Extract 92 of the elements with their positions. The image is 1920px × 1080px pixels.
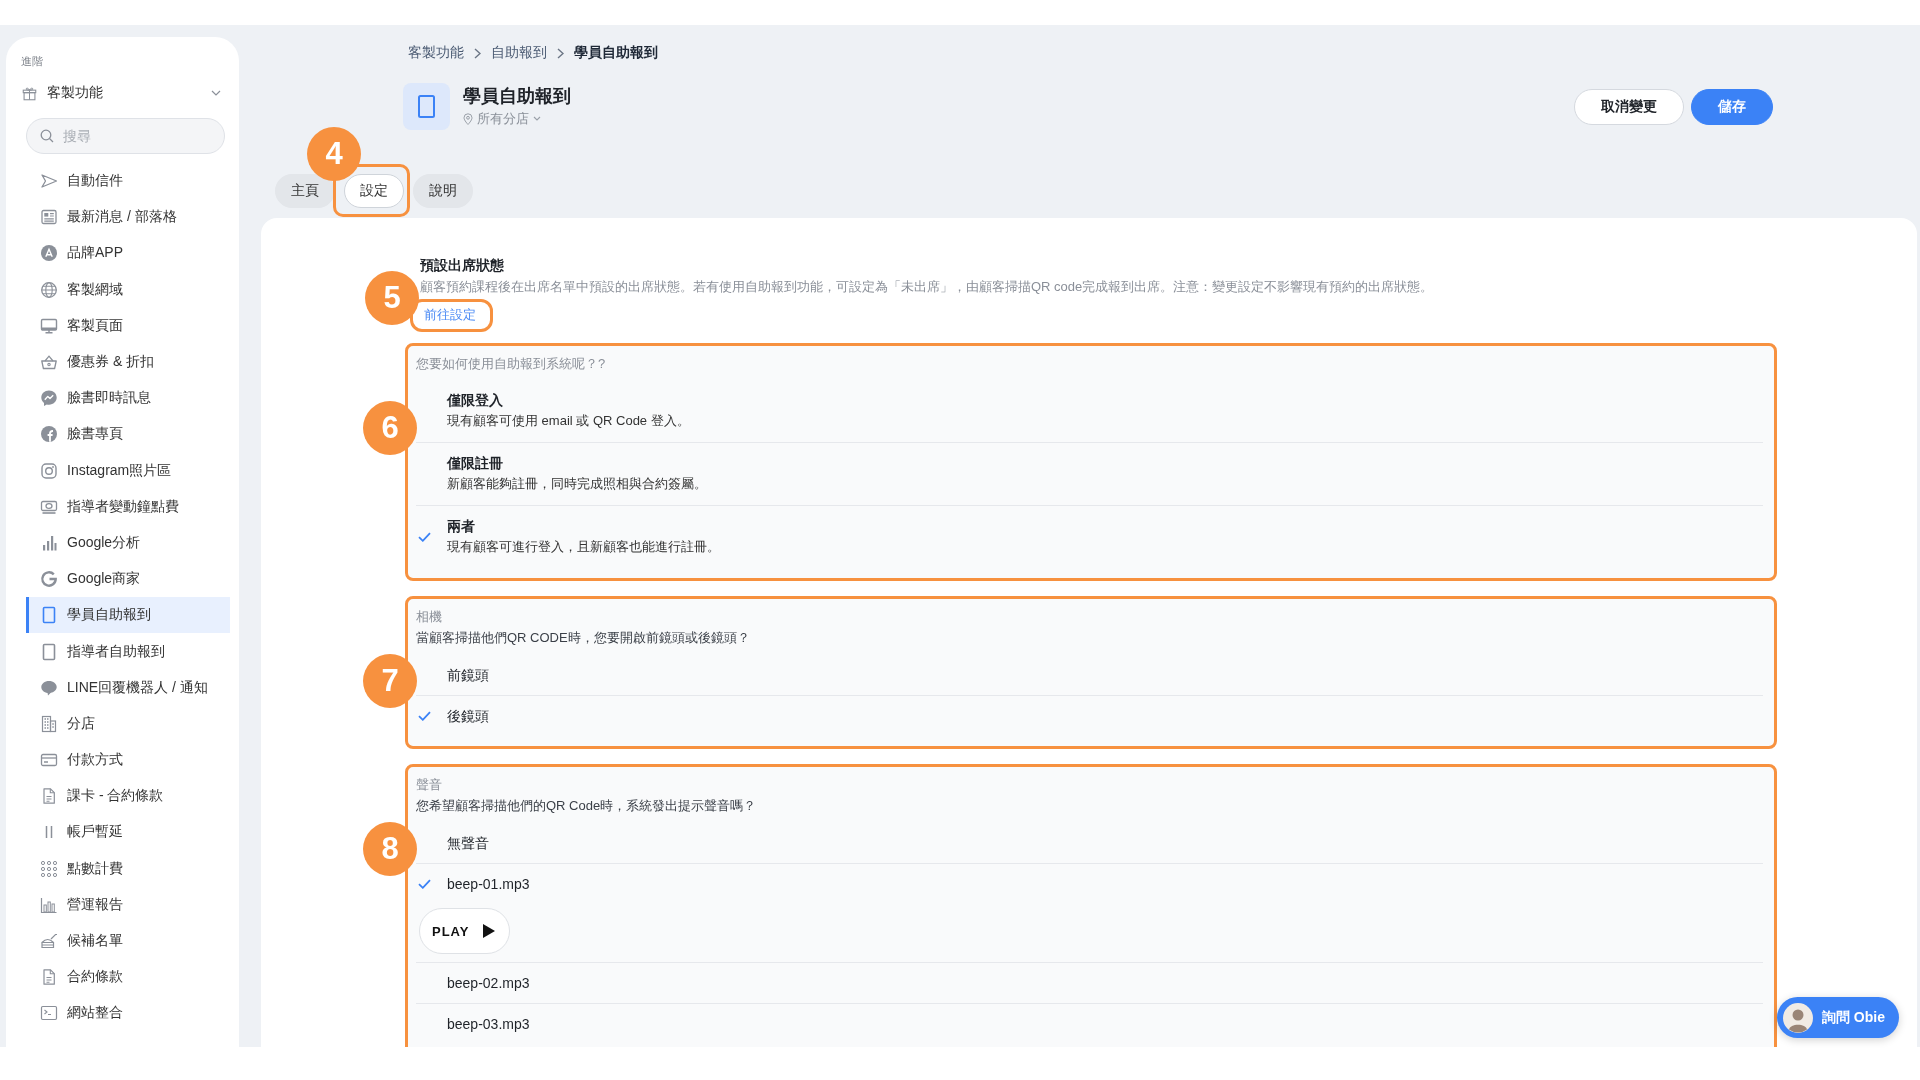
bar-chart-icon [40, 533, 58, 552]
card-label: 您要如何使用自助報到系統呢？? [416, 355, 606, 373]
sidebar-item[interactable]: 網站整合 [26, 995, 230, 1032]
option-item[interactable]: 僅限登入 現有顧客可使用 email 或 QR Code 登入。 [416, 380, 1763, 442]
option-item[interactable]: 無聲音 [416, 823, 1763, 863]
letter-f-icon [40, 425, 58, 444]
chevron-down-icon [533, 116, 541, 121]
avatar-icon [1783, 1002, 1813, 1033]
breadcrumb-link[interactable]: 客製功能 [408, 44, 464, 62]
sidebar-item[interactable]: 點數計費 [26, 850, 230, 887]
sidebar-group[interactable]: 客製功能 [22, 78, 221, 108]
option-item[interactable]: beep-03.mp3 [416, 1004, 1763, 1044]
document-icon [40, 787, 58, 806]
option-item[interactable]: beep-01.mp3 [416, 864, 1763, 894]
check-icon [418, 711, 431, 721]
card-question: 當顧客掃描他們QR CODE時，您要開啟前鏡頭或後鏡頭？ [416, 629, 750, 647]
sidebar-item[interactable]: 品牌APP [26, 235, 230, 272]
step-marker: 8 [363, 822, 417, 876]
tablet-icon [403, 83, 450, 130]
globe-icon [40, 280, 58, 299]
bar-chart-icon [40, 895, 58, 914]
card-question: 您希望顧客掃描他們的QR Code時，系統發出提示聲音嗎？ [416, 797, 757, 815]
newspaper-icon [40, 208, 58, 227]
building-icon [40, 714, 58, 733]
sidebar-item[interactable]: Google商家 [26, 561, 230, 598]
option-item[interactable]: 僅限註冊 新顧客能夠註冊，同時完成照相與合約簽屬。 [416, 443, 1763, 505]
sidebar-section-label: 進階 [21, 54, 43, 68]
card-label: 相機 [416, 608, 442, 626]
food-icon [40, 932, 58, 951]
sidebar-item[interactable]: 候補名單 [26, 922, 230, 960]
play-button[interactable]: PLAY [419, 908, 511, 954]
tab[interactable]: 主頁 [275, 174, 335, 208]
breadcrumb-link[interactable]: 自助報到 [491, 44, 547, 62]
chat-bubble-icon [40, 678, 58, 697]
app-icon [40, 244, 58, 263]
page-title: 學員自助報到 [463, 84, 571, 108]
section-description: 顧客預約課程後在出席名單中預設的出席狀態。若有使用自助報到功能，可設定為「未出席」，由顧客掃描QR code完成報到出席。注意：變更設定不影響現有預約的出席狀態。 [420, 278, 1434, 296]
letter-g-icon [40, 570, 58, 589]
option-item[interactable]: 前鏡頭 [416, 655, 1763, 695]
tablet-icon [40, 642, 58, 661]
section-title: 預設出席狀態 [420, 256, 504, 275]
sidebar-item[interactable]: 學員自助報到 [26, 597, 230, 634]
chat-bubble-icon [40, 389, 58, 408]
gift-icon [22, 85, 37, 101]
check-icon [418, 879, 431, 889]
sidebar-item[interactable]: LINE回覆機器人 / 通知 [26, 669, 230, 706]
step-marker: 5 [365, 271, 419, 325]
pin-icon [463, 112, 473, 125]
sidebar-item[interactable]: 指導者自助報到 [26, 633, 230, 670]
assistant-chat-button[interactable]: 詢問 Obie [1777, 997, 1899, 1038]
dots-grid-icon [40, 859, 58, 878]
option-item[interactable]: beep-02.mp3 [416, 963, 1763, 1003]
chevron-right-icon [474, 47, 481, 59]
sidebar-item[interactable]: 帳戶暫延 [26, 814, 230, 851]
option-item[interactable]: 後鏡頭 [416, 696, 1763, 736]
card-label: 聲音 [416, 776, 442, 794]
sidebar-item[interactable]: 指導者變動鐘點費 [26, 488, 230, 525]
tab[interactable]: 說明 [413, 174, 473, 208]
save-button[interactable]: 儲存 [1691, 88, 1773, 125]
tab[interactable]: 設定 [344, 174, 404, 208]
camera-icon [40, 461, 58, 480]
play-icon [483, 924, 496, 938]
sidebar-item[interactable]: 優惠券 & 折扣 [26, 343, 230, 381]
sidebar-item[interactable]: 客製網域 [26, 271, 230, 308]
sidebar-item[interactable]: 最新消息 / 部落格 [26, 199, 230, 236]
cancel-button[interactable]: 取消變更 [1574, 88, 1684, 125]
sidebar-item[interactable]: 臉書專頁 [26, 416, 230, 453]
sidebar-item[interactable]: 自動信件 [26, 163, 230, 200]
sidebar-item[interactable]: 課卡 - 合約條款 [26, 778, 230, 815]
search-icon [40, 129, 54, 143]
sidebar-item[interactable]: 臉書即時訊息 [26, 380, 230, 417]
basket-icon [40, 353, 58, 372]
sidebar-item[interactable]: Google分析 [26, 524, 230, 562]
sidebar-item[interactable]: 營運報告 [26, 886, 230, 923]
tablet-icon [40, 606, 58, 625]
step-marker: 7 [363, 654, 417, 708]
sidebar-item[interactable]: 付款方式 [26, 742, 230, 779]
sidebar-item[interactable]: 合約條款 [26, 959, 230, 996]
sidebar-item[interactable]: 分店 [26, 705, 230, 742]
option-item[interactable]: 兩者 現有顧客可進行登入，且新顧客也能進行註冊。 [416, 506, 1763, 568]
breadcrumb-current: 學員自助報到 [574, 44, 658, 62]
terminal-icon [40, 1004, 58, 1023]
document-icon [40, 968, 58, 987]
monitor-icon [40, 316, 58, 335]
step-marker: 4 [307, 127, 361, 181]
chevron-right-icon [557, 47, 564, 59]
settings-link[interactable]: 前往設定 [424, 305, 476, 325]
check-icon [418, 532, 431, 542]
search-field[interactable]: 搜尋 [26, 118, 225, 154]
sidebar-item[interactable]: Instagram照片區 [26, 452, 230, 489]
step-marker: 6 [363, 401, 417, 455]
sidebar-item[interactable]: 客製頁面 [26, 307, 230, 344]
